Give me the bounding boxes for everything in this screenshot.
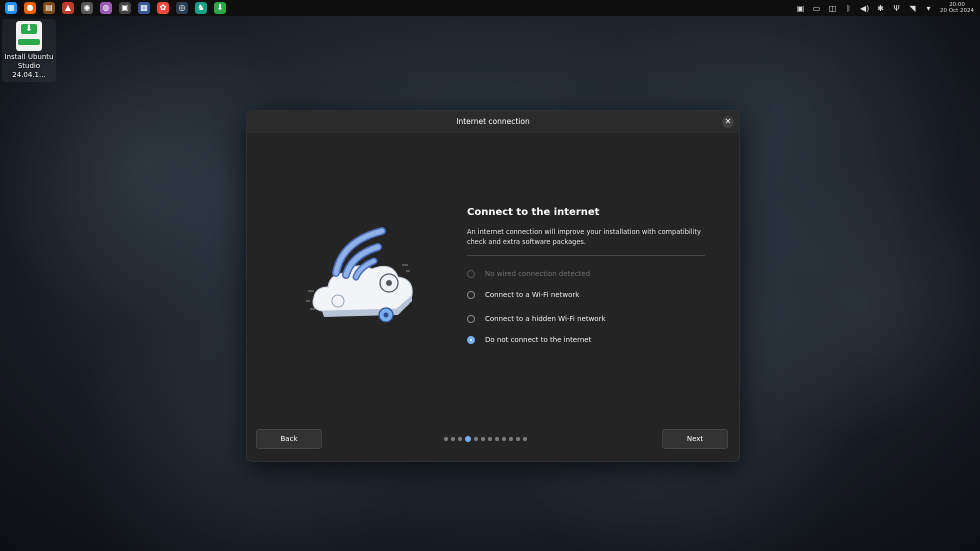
option-wifi[interactable]: Connect to a Wi-Fi network (467, 285, 705, 306)
close-button[interactable]: ✕ (722, 116, 734, 128)
app11-icon[interactable]: ♞ (195, 2, 207, 14)
app3-icon[interactable]: ▤ (43, 2, 55, 14)
ardour-icon[interactable]: ▲ (62, 2, 74, 14)
files-icon[interactable]: ▦ (5, 2, 17, 14)
option-label: Do not connect to the internet (485, 335, 592, 344)
progress-dot (458, 437, 462, 441)
network-tray-icon[interactable]: ◫ (828, 4, 837, 13)
top-panel: ▦ ● ▤ ▲ ◉ ◍ ▣ ▩ ✿ ◎ ♞ ⬇ ▣ ▭ ◫ ᛒ ◀) ✱ Ψ ◥ ▾ 20:00 20… (0, 0, 980, 16)
notifications-icon[interactable]: ▣ (796, 4, 805, 13)
desktop-icon-install[interactable]: ⬇ Install Ubuntu Studio 24.04.1... (2, 19, 56, 82)
app6-icon[interactable]: ◍ (100, 2, 112, 14)
window-title: Internet connection (456, 117, 530, 126)
app5-icon[interactable]: ◉ (81, 2, 93, 14)
progress-dots (444, 436, 527, 442)
app9-icon[interactable]: ✿ (157, 2, 169, 14)
radio-hidden-wifi[interactable] (467, 315, 475, 324)
radio-no-connection[interactable] (467, 335, 475, 344)
bluetooth2-icon[interactable]: ✱ (876, 4, 885, 13)
radio-wifi[interactable] (467, 290, 475, 299)
option-no-connection[interactable]: Do not connect to the internet (467, 330, 705, 351)
option-wired: No wired connection detected (467, 264, 705, 285)
progress-dot (474, 437, 478, 441)
progress-dot (481, 437, 485, 441)
page-heading: Connect to the internet (467, 207, 600, 218)
wifi-cloud-illustration (306, 227, 413, 323)
option-label: No wired connection detected (485, 270, 591, 279)
connection-panel: Connect to the internet An internet conn… (467, 207, 705, 350)
usb-icon[interactable]: Ψ (892, 4, 901, 13)
clock[interactable]: 20:00 20 Oct 2024 (940, 2, 974, 14)
installer-icon: ⬇ (16, 21, 42, 51)
back-button[interactable]: Back (256, 429, 322, 449)
progress-dot (495, 437, 499, 441)
bluetooth-icon[interactable]: ᛒ (844, 4, 853, 13)
close-icon: ✕ (724, 117, 732, 126)
wifi-icon[interactable]: ◥ (908, 4, 917, 13)
volume-icon[interactable]: ◀) (860, 4, 869, 13)
window-titlebar[interactable]: Internet connection ✕ (247, 111, 739, 133)
divider (467, 255, 705, 256)
clock-date: 20 Oct 2024 (939, 8, 974, 14)
keyboard-icon[interactable]: ▭ (812, 4, 821, 13)
progress-dot (509, 437, 513, 441)
page-description: An internet connection will improve your… (467, 228, 701, 246)
progress-dot (488, 437, 492, 441)
installer-icon[interactable]: ⬇ (214, 2, 226, 14)
progress-dot-active (465, 436, 471, 442)
app8-icon[interactable]: ▩ (138, 2, 150, 14)
installer-window: Internet connection ✕ Connect to the int… (246, 110, 740, 462)
firefox-icon[interactable]: ● (24, 2, 36, 14)
app7-icon[interactable]: ▣ (119, 2, 131, 14)
progress-dot (451, 437, 455, 441)
progress-dot (523, 437, 527, 441)
desktop-icon-label: Install Ubuntu Studio 24.04.1... (4, 53, 54, 79)
app10-icon[interactable]: ◎ (176, 2, 188, 14)
system-tray: ▣ ▭ ◫ ᛒ ◀) ✱ Ψ ◥ ▾ 20:00 20 Oct 2024 (796, 0, 974, 16)
chevron-down-icon[interactable]: ▾ (924, 4, 933, 13)
option-label: Connect to a Wi-Fi network (485, 290, 580, 299)
progress-dot (444, 437, 448, 441)
option-hidden-wifi[interactable]: Connect to a hidden Wi-Fi network (467, 309, 705, 330)
radio-wired (467, 270, 475, 279)
progress-dot (516, 437, 520, 441)
next-button[interactable]: Next (662, 429, 728, 449)
progress-dot (502, 437, 506, 441)
option-label: Connect to a hidden Wi-Fi network (485, 315, 606, 324)
